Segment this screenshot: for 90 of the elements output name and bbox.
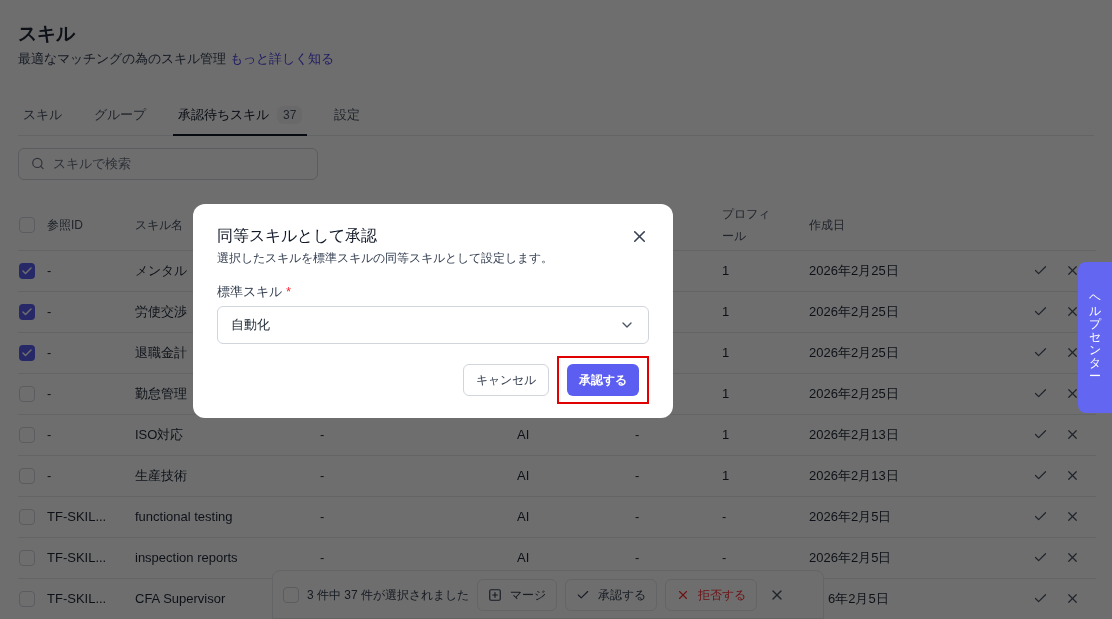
table-cell: - [320, 549, 325, 565]
table-cell: - [635, 426, 640, 442]
dialog-description: 選択したスキルを標準スキルの同等スキルとして設定します。 [217, 250, 554, 266]
reject-icon[interactable] [1065, 509, 1080, 524]
table-cell: 2026年2月25日 [809, 262, 899, 278]
reject-icon[interactable] [1065, 345, 1080, 360]
checkmark-icon [21, 264, 33, 277]
confirm-button[interactable]: 承認する [567, 364, 639, 396]
checkmark-icon [21, 346, 33, 359]
cancel-button[interactable]: キャンセル [463, 364, 549, 396]
column-header: スキル名 [135, 216, 184, 234]
action-button[interactable]: 拒否する [665, 578, 758, 611]
column-header: 参照ID [47, 216, 84, 234]
table-cell: AI [517, 549, 530, 565]
table-cell: 1 [722, 385, 730, 401]
required-mark: * [286, 284, 292, 300]
table-cell: - [320, 467, 325, 483]
learn-more-link[interactable]: もっと詳しく知る [230, 49, 334, 69]
table-cell: 2026年2月5日 [809, 549, 892, 565]
help-center-tab[interactable]: ヘルプセンター [1078, 262, 1112, 413]
action-button[interactable]: マージ [477, 578, 558, 611]
table-cell: - [722, 508, 727, 524]
table-cell: 1 [722, 344, 730, 360]
table-cell: - [47, 467, 52, 483]
tab[interactable]: スキル [18, 96, 67, 136]
table-cell: 2026年2月25日 [809, 344, 899, 360]
table-cell: AI [517, 467, 530, 483]
reject-icon[interactable] [1065, 591, 1080, 606]
page-title: スキル [18, 22, 76, 46]
selection-count-text: 3 件中 37 件が選択されました [307, 586, 470, 604]
table-cell: - [47, 426, 52, 442]
plus-square-icon [488, 587, 503, 602]
table-cell: 2026年2月13日 [809, 426, 899, 442]
table-cell: - [722, 549, 727, 565]
table-cell: AI [517, 508, 530, 524]
tab[interactable]: グループ [89, 96, 151, 136]
checkbox[interactable] [19, 262, 35, 279]
column-header: 作成日 [809, 216, 846, 234]
table-cell: メンタル [135, 262, 187, 278]
reject-icon[interactable] [1065, 468, 1080, 483]
table-cell: - [47, 344, 52, 360]
table-cell: TF-SKIL... [47, 508, 107, 524]
table-cell: 2026年2月5日 [809, 508, 892, 524]
action-button[interactable]: 承認する [565, 578, 658, 611]
table-cell: - [47, 262, 52, 278]
table-cell: - [320, 508, 325, 524]
table-cell: - [47, 385, 52, 401]
table-cell: 1 [722, 303, 730, 319]
table-cell: 2026年2月25日 [809, 385, 899, 401]
table-cell: 1 [722, 426, 730, 442]
dialog-title: 同等スキルとして承認 [217, 226, 377, 246]
table-cell: - [635, 467, 640, 483]
reject-icon[interactable] [1065, 550, 1080, 565]
tab[interactable]: 承認待ちスキル 37 [173, 96, 308, 136]
field-label: 標準スキル [217, 284, 282, 300]
table-cell: 1 [722, 262, 730, 278]
checkbox[interactable] [19, 303, 35, 320]
table-cell: 2026年2月25日 [809, 303, 899, 319]
search-icon [31, 156, 45, 171]
table-cell: - [635, 549, 640, 565]
table-cell: functional testing [135, 508, 233, 524]
table-cell: - [320, 426, 325, 442]
reject-icon[interactable] [1065, 386, 1080, 401]
select-field[interactable]: 自動化 [217, 306, 649, 344]
table-cell: 2026年2月13日 [809, 467, 899, 483]
reject-icon[interactable] [1065, 263, 1080, 278]
table-cell: 退職金計 [135, 344, 187, 360]
table-cell: 1 [722, 467, 730, 483]
checkmark-icon [21, 305, 33, 318]
column-header: プロフィール [722, 205, 771, 245]
search-field[interactable]: スキルで検索 [18, 147, 318, 180]
table-cell: ISO対応 [135, 426, 184, 442]
table-cell: AI [517, 426, 530, 442]
search-input[interactable]: スキルで検索 [52, 153, 305, 174]
reject-icon[interactable] [1065, 304, 1080, 319]
checkbox[interactable] [19, 344, 35, 361]
page-subtitle: 最適なマッチングの為のスキル管理 [18, 50, 226, 68]
table-cell: TF-SKIL... [47, 549, 107, 565]
table-cell: TF-SKIL... [47, 590, 107, 606]
count-badge: 37 [277, 106, 303, 124]
table-cell: 6年2月5日 [828, 590, 889, 606]
table-cell: - [47, 303, 52, 319]
reject-icon[interactable] [1065, 427, 1080, 442]
table-cell: - [635, 508, 640, 524]
table-cell: 労使交渉 [135, 303, 187, 319]
table-cell: 勤怠管理 [135, 385, 187, 401]
tab[interactable]: 設定 [329, 96, 366, 136]
table-cell: inspection reports [135, 549, 238, 565]
table-cell: CFA Supervisor [135, 590, 226, 606]
table-cell: 生産技術 [135, 467, 187, 483]
